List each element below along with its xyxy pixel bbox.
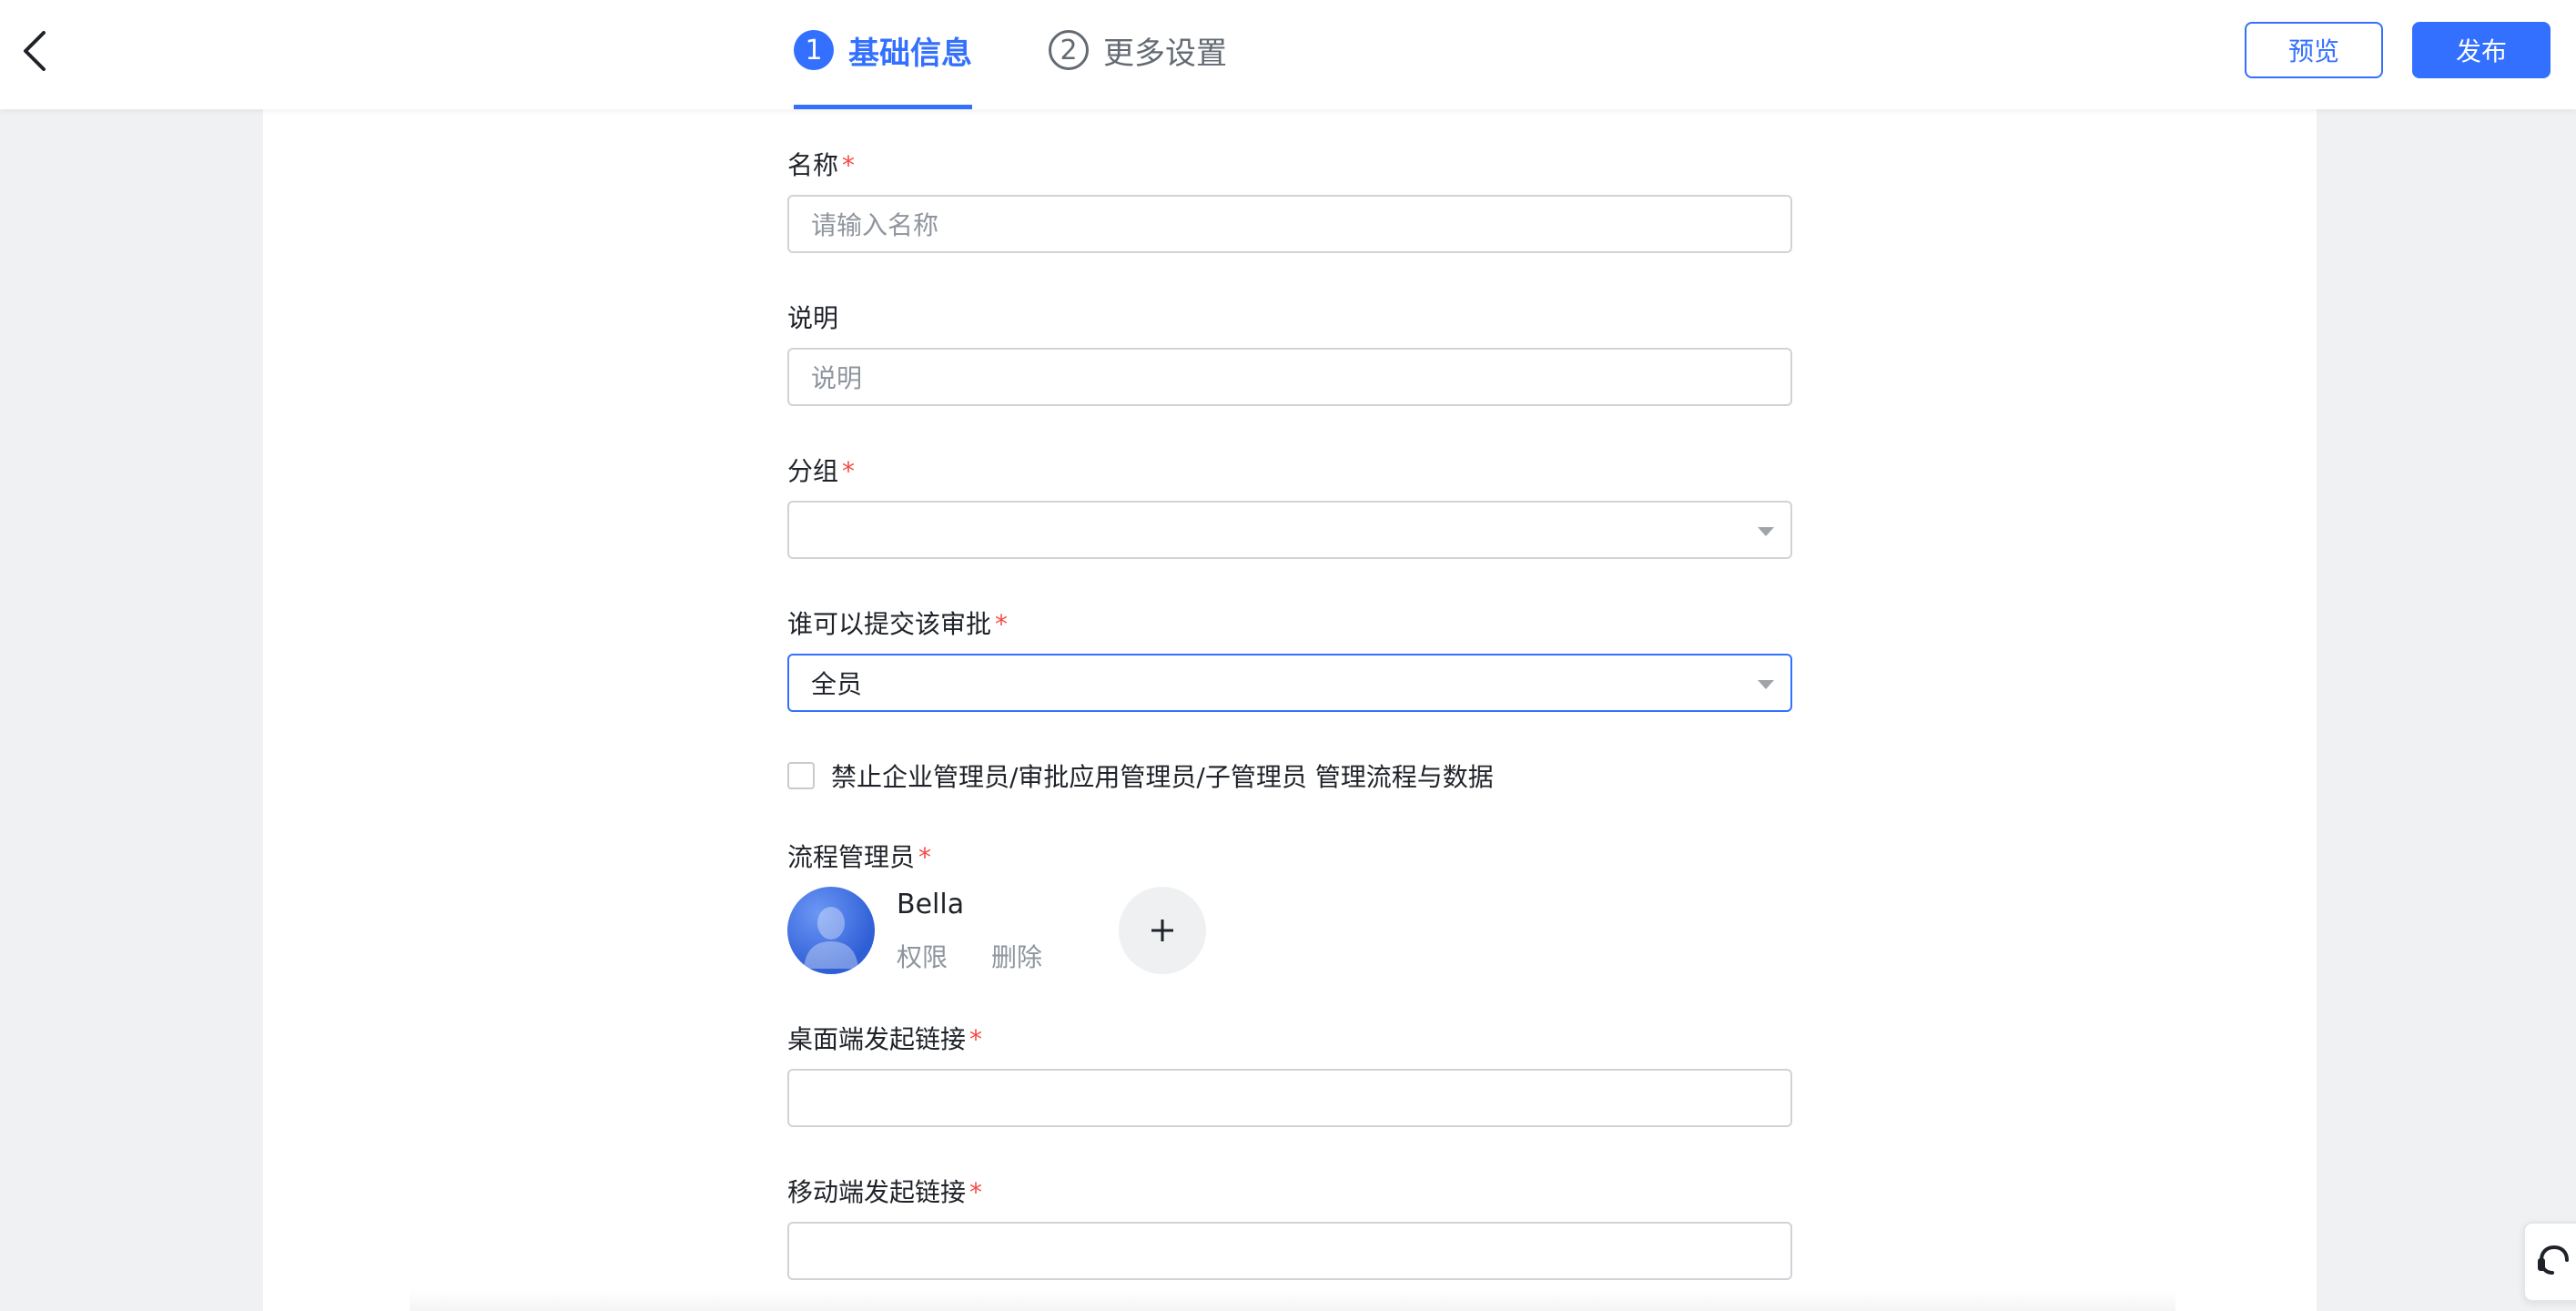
description-placeholder: 说明 [811, 363, 863, 393]
restrict-admin-label[interactable]: 禁止企业管理员/审批应用管理员/子管理员 管理流程与数据 [831, 757, 1494, 794]
group-label-text: 分组 [787, 456, 839, 486]
step-number: 2 [1049, 30, 1089, 70]
back-button[interactable] [16, 25, 53, 76]
publish-button[interactable]: 发布 [2412, 22, 2551, 78]
description-label-text: 说明 [787, 303, 839, 333]
name-label: 名称 * [787, 146, 855, 182]
group-label: 分组 * [787, 452, 855, 488]
form-panel: 名称 * 请输入名称 说明 说明 分组 * 谁可以提交该审批 * 全员 禁止企业… [263, 109, 2317, 1311]
step-number: 1 [794, 30, 834, 70]
restrict-admin-checkbox[interactable] [787, 762, 815, 789]
name-label-text: 名称 [787, 150, 839, 180]
mobile-link-label: 移动端发起链接 * [787, 1173, 982, 1209]
submitter-value: 全员 [811, 669, 863, 699]
description-label: 说明 [787, 299, 838, 335]
name-input[interactable]: 请输入名称 [787, 195, 1792, 253]
step-tabs: 1 基础信息 2 更多设置 [794, 0, 1227, 109]
process-admin-label: 流程管理员 * [787, 838, 931, 874]
admin-name: Bella [897, 889, 965, 920]
required-mark: * [995, 609, 1009, 639]
preview-button[interactable]: 预览 [2245, 22, 2383, 78]
avatar [787, 887, 875, 974]
tab-more-settings[interactable]: 2 更多设置 [1049, 0, 1227, 109]
required-mark: * [842, 150, 856, 180]
caret-down-icon [1758, 527, 1774, 536]
submitter-label: 谁可以提交该审批 * [787, 605, 1008, 641]
caret-down-icon [1758, 680, 1774, 689]
step-label: 更多设置 [1103, 35, 1227, 72]
headset-icon [2538, 1245, 2569, 1275]
submitter-label-text: 谁可以提交该审批 [787, 609, 992, 639]
user-silhouette-icon [804, 907, 858, 969]
desktop-link-label: 桌面端发起链接 * [787, 1020, 982, 1056]
mobile-link-input[interactable] [787, 1222, 1792, 1280]
submitter-select[interactable]: 全员 [787, 654, 1792, 712]
process-admin-list: Bella 权限 删除 [787, 887, 1792, 978]
admin-delete-link[interactable]: 删除 [991, 938, 1042, 974]
step-label: 基础信息 [848, 35, 972, 72]
desktop-link-label-text: 桌面端发起链接 [787, 1024, 967, 1054]
chevron-left-icon [24, 31, 46, 71]
description-input[interactable]: 说明 [787, 348, 1792, 406]
bottom-shadow [410, 1289, 2175, 1311]
plus-icon [1151, 920, 1173, 941]
mobile-link-label-text: 移动端发起链接 [787, 1177, 967, 1207]
restrict-admin-row: 禁止企业管理员/审批应用管理员/子管理员 管理流程与数据 [787, 757, 1494, 794]
help-button[interactable] [2523, 1222, 2576, 1302]
required-mark: * [842, 456, 856, 486]
group-select[interactable] [787, 501, 1792, 559]
required-mark: * [969, 1177, 983, 1207]
process-admin-label-text: 流程管理员 [787, 842, 916, 872]
required-mark: * [918, 842, 932, 872]
tab-basic-info[interactable]: 1 基础信息 [794, 0, 972, 109]
admin-permission-link[interactable]: 权限 [897, 938, 948, 974]
required-mark: * [969, 1024, 983, 1054]
add-admin-button[interactable] [1119, 887, 1206, 974]
desktop-link-input[interactable] [787, 1069, 1792, 1127]
name-placeholder: 请输入名称 [811, 210, 939, 240]
top-bar: 1 基础信息 2 更多设置 预览 发布 [0, 0, 2576, 109]
